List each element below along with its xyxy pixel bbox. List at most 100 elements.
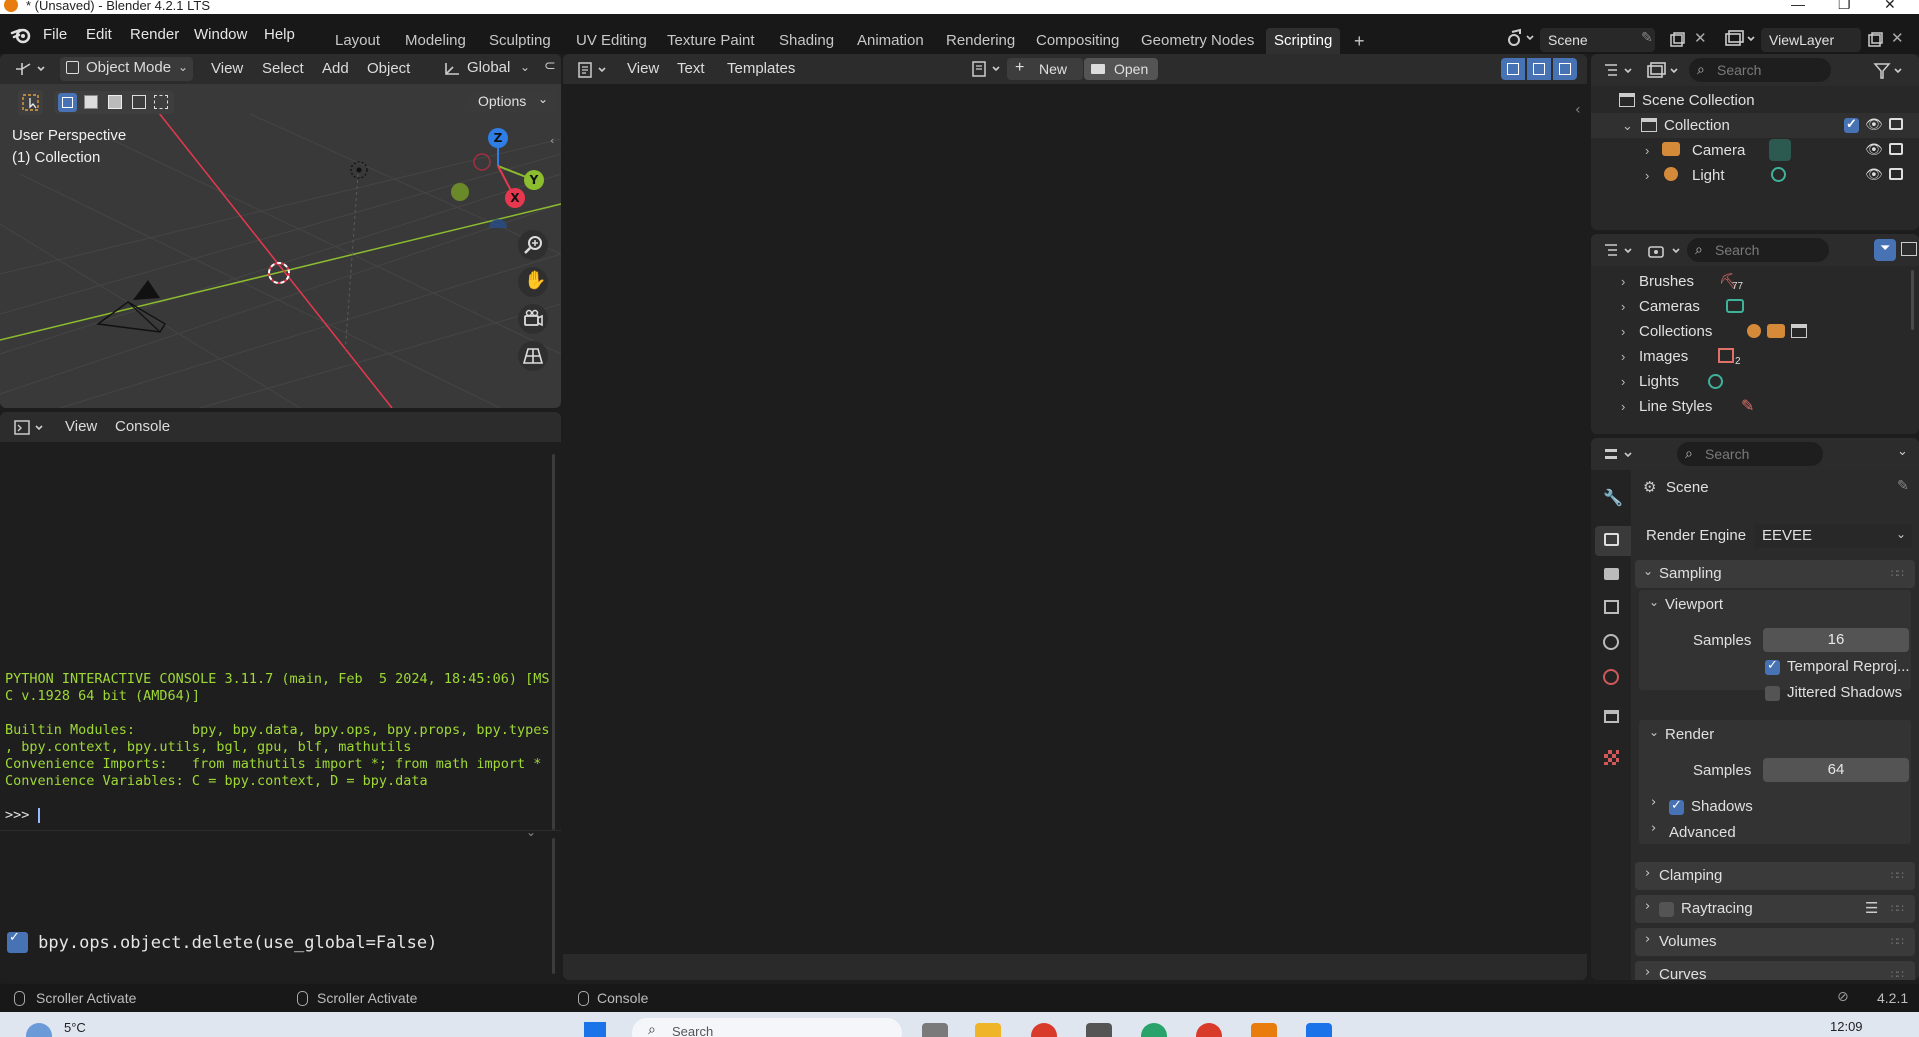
- list-icon[interactable]: ☰: [1865, 899, 1878, 917]
- tab-texture-paint[interactable]: Texture Paint: [659, 28, 763, 54]
- tab-compositing[interactable]: Compositing: [1028, 28, 1127, 54]
- editor-type-icon[interactable]: [14, 60, 48, 78]
- volumes-panel-header[interactable]: › Volumes ∷∷: [1635, 928, 1915, 956]
- sidebar-toggle-icon[interactable]: ‹: [1575, 102, 1581, 118]
- text-editor-type-icon[interactable]: [577, 61, 611, 79]
- options-dropdown[interactable]: Options ⌄: [470, 90, 556, 112]
- blender-taskbar-icon[interactable]: [1251, 1023, 1277, 1037]
- 3d-viewport[interactable]: Object Mode ⌄ View Select Add Object Glo…: [0, 54, 561, 408]
- console-prompt[interactable]: >>>: [5, 807, 40, 824]
- chevron-down-icon[interactable]: ⌄: [1897, 444, 1908, 459]
- outliner-editor-type-icon[interactable]: [1603, 242, 1637, 260]
- outliner-row-collection[interactable]: ⌄ Collection 👁: [1591, 113, 1919, 138]
- delete-scene-icon[interactable]: ✕: [1694, 29, 1707, 47]
- edge-icon[interactable]: [1141, 1023, 1167, 1037]
- viewport-menu-add[interactable]: Add: [322, 60, 349, 77]
- eye-icon[interactable]: 👁: [1865, 166, 1883, 183]
- menu-window[interactable]: Window: [194, 26, 247, 43]
- render-engine-dropdown[interactable]: EEVEE ⌄: [1754, 524, 1912, 548]
- chevron-right-icon[interactable]: ›: [1621, 324, 1625, 339]
- select-tool-button[interactable]: [18, 90, 43, 115]
- blendfile-row-collections[interactable]: › Collections: [1591, 319, 1919, 344]
- chevron-right-icon[interactable]: ›: [1651, 795, 1656, 810]
- start-icon[interactable]: [584, 1022, 606, 1037]
- app-icon[interactable]: [1086, 1023, 1112, 1037]
- navigation-gizmo[interactable]: Z Y X: [450, 128, 550, 228]
- task-view-icon[interactable]: [922, 1023, 948, 1037]
- outliner[interactable]: ⌕ Search Scene Collection ⌄ Collection 👁…: [1591, 54, 1919, 230]
- temporal-reprojection-checkbox[interactable]: [1765, 658, 1780, 675]
- exclude-checkbox[interactable]: [1844, 116, 1859, 133]
- chrome-profile-icon[interactable]: [1196, 1023, 1222, 1037]
- drag-handle-icon[interactable]: ∷∷: [1891, 935, 1904, 948]
- text-browse-icon[interactable]: [971, 60, 1005, 78]
- text-menu-view[interactable]: View: [627, 60, 659, 77]
- gizmo-x-axis[interactable]: X: [505, 188, 525, 208]
- outliner-row-scene-collection[interactable]: Scene Collection: [1591, 88, 1919, 113]
- add-workspace-button[interactable]: +: [1346, 28, 1373, 54]
- viewport-samples-field[interactable]: 16: [1763, 628, 1909, 652]
- sampling-panel-header[interactable]: ⌄ Sampling ∷∷: [1635, 560, 1915, 588]
- tab-sculpting[interactable]: Sculpting: [481, 28, 559, 54]
- camera-data-icon[interactable]: [1769, 139, 1791, 161]
- camera-view-button[interactable]: [518, 304, 548, 334]
- clamping-panel-header[interactable]: › Clamping ∷∷: [1635, 862, 1915, 890]
- info-scrollbar[interactable]: [552, 838, 555, 974]
- python-console[interactable]: View Console PYTHON INTERACTIVE CONSOLE …: [0, 412, 561, 980]
- open-text-button[interactable]: Open: [1084, 58, 1158, 80]
- delete-view-layer-icon[interactable]: ✕: [1891, 29, 1904, 47]
- outliner-editor-type-icon[interactable]: [1603, 62, 1637, 80]
- minimize-button[interactable]: —: [1791, 0, 1805, 12]
- chevron-right-icon[interactable]: ›: [1645, 168, 1649, 183]
- pin-icon[interactable]: ✎: [1897, 478, 1909, 494]
- zoom-button[interactable]: [518, 230, 548, 260]
- light-data-icon[interactable]: [1771, 167, 1786, 182]
- chevron-down-icon[interactable]: ⌄: [1649, 725, 1659, 739]
- mode-intersect-icon[interactable]: [154, 95, 168, 109]
- maximize-button[interactable]: ❐: [1838, 0, 1851, 13]
- new-view-layer-icon[interactable]: [1867, 32, 1883, 48]
- chrome-icon[interactable]: [1031, 1023, 1057, 1037]
- blendfile-search-input[interactable]: ⌕ Search: [1687, 238, 1829, 262]
- chevron-right-icon[interactable]: ›: [1651, 821, 1656, 836]
- chevron-right-icon[interactable]: ›: [1621, 299, 1625, 314]
- tool-tab-icon[interactable]: 🔧: [1603, 488, 1623, 507]
- scene-name-field[interactable]: Scene: [1540, 28, 1655, 52]
- eye-icon[interactable]: 👁: [1865, 141, 1883, 158]
- blendfile-row-brushes[interactable]: › Brushes ⛏ 77: [1591, 269, 1919, 294]
- drag-handle-icon[interactable]: ∷∷: [1891, 902, 1904, 915]
- menu-file[interactable]: File: [43, 26, 67, 43]
- viewport-menu-object[interactable]: Object: [367, 60, 410, 77]
- mode-difference-icon[interactable]: [132, 95, 146, 109]
- console-editor-type-icon[interactable]: [14, 419, 48, 437]
- transform-orientation-dropdown[interactable]: Global ⌄: [440, 57, 535, 81]
- scene-icon[interactable]: [1506, 28, 1536, 48]
- new-scene-icon[interactable]: [1669, 32, 1685, 48]
- shadows-checkbox[interactable]: [1669, 798, 1684, 815]
- blendfile-row-images[interactable]: › Images 2: [1591, 344, 1919, 369]
- weather-icon[interactable]: [26, 1023, 52, 1037]
- store-icon[interactable]: [1306, 1023, 1332, 1037]
- properties-search-input[interactable]: ⌕ Search: [1677, 442, 1823, 466]
- chevron-right-icon[interactable]: ›: [1621, 349, 1625, 364]
- world-tab-icon[interactable]: [1603, 669, 1619, 685]
- info-report-row[interactable]: bpy.ops.object.delete(use_global=False): [7, 930, 437, 953]
- pin-icon[interactable]: ✎: [1641, 30, 1653, 46]
- viewport-menu-select[interactable]: Select: [262, 60, 304, 77]
- menu-help[interactable]: Help: [264, 26, 295, 43]
- text-editor[interactable]: View Text Templates + New Open ‹: [563, 54, 1587, 980]
- chevron-down-icon[interactable]: ⌄: [1649, 595, 1659, 609]
- blender-menu-icon[interactable]: [10, 26, 32, 44]
- sidebar-toggle-icon[interactable]: ‹: [550, 134, 554, 147]
- tab-layout[interactable]: Layout: [327, 28, 388, 54]
- object-mode-dropdown[interactable]: Object Mode ⌄: [60, 57, 193, 81]
- viewport-menu-view[interactable]: View: [211, 60, 243, 77]
- chevron-right-icon[interactable]: ›: [1645, 143, 1649, 158]
- mode-extend-icon[interactable]: [84, 95, 98, 109]
- console-scrollbar[interactable]: [552, 454, 555, 830]
- file-explorer-icon[interactable]: [975, 1023, 1001, 1037]
- display-mode-icon[interactable]: [1647, 62, 1681, 80]
- gizmo-z-axis[interactable]: Z: [488, 128, 508, 148]
- properties-editor-type-icon[interactable]: [1603, 446, 1637, 464]
- mode-subtract-icon[interactable]: [108, 95, 122, 109]
